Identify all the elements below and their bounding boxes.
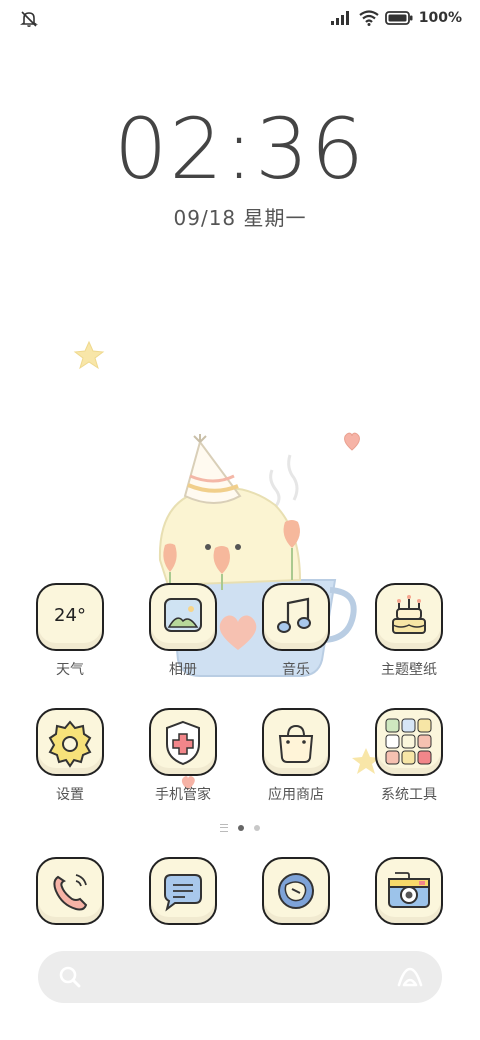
app-label: 设置 <box>56 787 84 803</box>
star-decoration <box>73 340 105 370</box>
app-tools-folder[interactable]: 系统工具 <box>359 708 459 804</box>
music-icon <box>262 583 330 651</box>
heart-decoration <box>344 432 360 451</box>
app-store-icon <box>262 708 330 776</box>
phone-icon <box>36 857 104 925</box>
wifi-icon <box>359 10 379 26</box>
app-label: 应用商店 <box>268 787 324 803</box>
app-label: 天气 <box>56 662 84 678</box>
app-label: 相册 <box>169 662 197 678</box>
app-label: 音乐 <box>282 662 310 678</box>
camera-icon <box>375 857 443 925</box>
search-icon <box>58 965 82 993</box>
battery-percent: 100% <box>418 10 462 26</box>
clock-time[interactable]: 02:36 <box>0 100 480 198</box>
mute-icon <box>19 10 39 32</box>
app-themes[interactable]: 主题壁纸 <box>359 583 459 679</box>
page-list-icon <box>220 824 228 832</box>
app-weather[interactable]: 24° 天气 <box>20 583 120 679</box>
chick-eye <box>205 544 211 550</box>
gallery-icon <box>149 583 217 651</box>
battery-icon <box>384 11 413 25</box>
dock-camera[interactable] <box>359 857 459 925</box>
app-settings[interactable]: 设置 <box>20 708 120 804</box>
dock-phone[interactable] <box>20 857 120 925</box>
status-bar: 100% <box>0 0 480 40</box>
app-label: 主题壁纸 <box>381 662 437 678</box>
tools-folder-icon <box>375 708 443 776</box>
themes-icon <box>375 583 443 651</box>
app-music[interactable]: 音乐 <box>246 583 346 679</box>
app-security[interactable]: 手机管家 <box>133 708 233 804</box>
dock-browser[interactable] <box>246 857 346 925</box>
page-indicator[interactable] <box>0 824 480 832</box>
app-label: 手机管家 <box>155 787 211 803</box>
assistant-icon[interactable] <box>396 965 424 993</box>
browser-icon <box>262 857 330 925</box>
signal-icon <box>330 11 349 25</box>
page-dot <box>254 825 260 831</box>
app-store[interactable]: 应用商店 <box>246 708 346 804</box>
security-icon <box>149 708 217 776</box>
app-gallery[interactable]: 相册 <box>133 583 233 679</box>
settings-icon <box>36 708 104 776</box>
clock-date[interactable]: 09/18 星期一 <box>0 202 480 231</box>
weather-icon: 24° <box>36 583 104 651</box>
search-bar[interactable] <box>38 951 442 1003</box>
chick-eye <box>235 544 241 550</box>
messages-icon <box>149 857 217 925</box>
dock-messages[interactable] <box>133 857 233 925</box>
page-dot-active <box>238 825 244 831</box>
app-label: 系统工具 <box>381 787 437 803</box>
weather-temperature: 24° <box>54 605 86 626</box>
